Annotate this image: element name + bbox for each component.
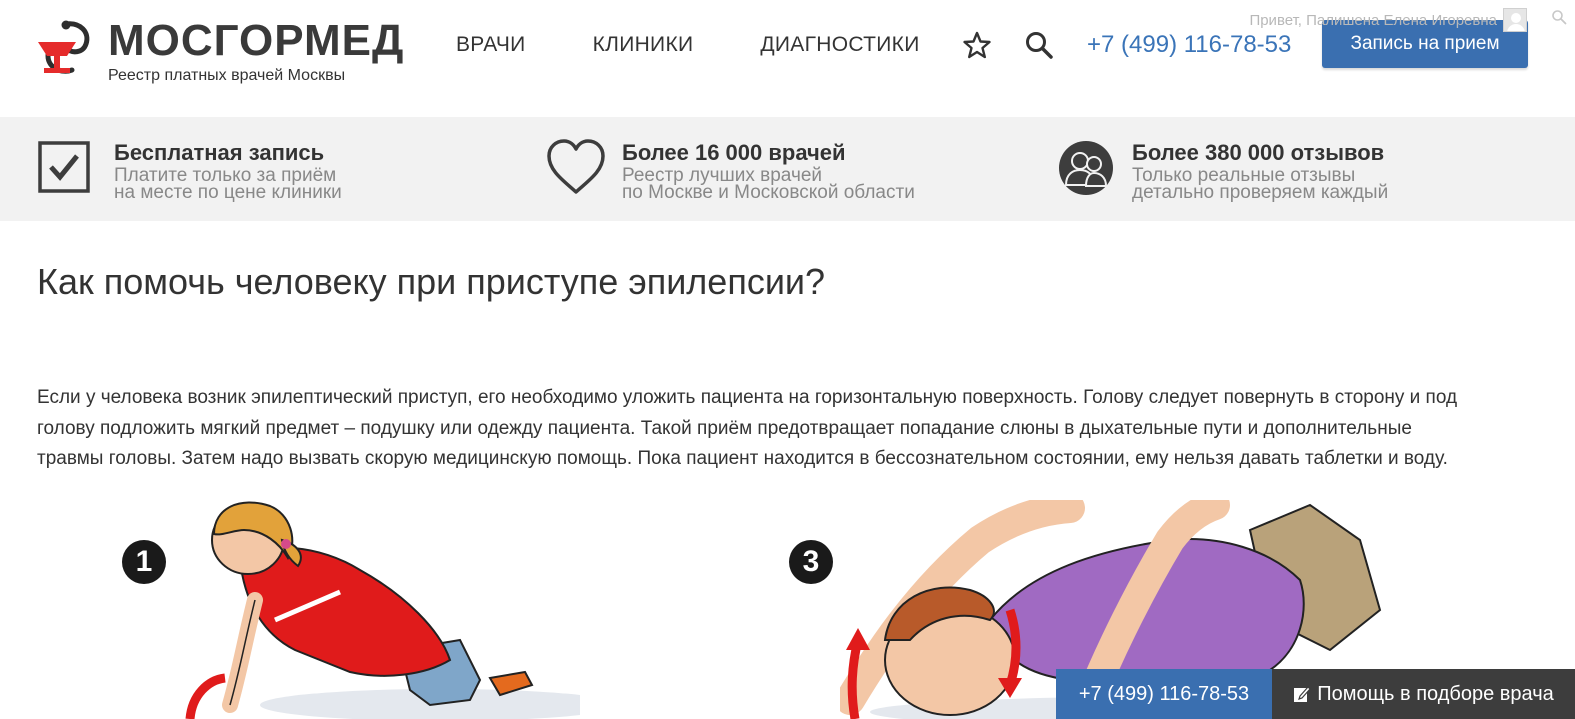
- favorites-star-icon[interactable]: [962, 30, 992, 60]
- logo-text: МОСГОРМЕД Реестр платных врачей Москвы: [108, 18, 404, 86]
- features-band: Бесплатная запись Платите только за приё…: [0, 117, 1575, 221]
- small-search-icon[interactable]: [1551, 9, 1567, 25]
- illustration-step-1: 1: [110, 500, 580, 719]
- main-nav: ВРАЧИ КЛИНИКИ ДИАГНОСТИКИ: [456, 32, 987, 58]
- nav-clinics[interactable]: КЛИНИКИ: [593, 32, 694, 58]
- nav-doctors[interactable]: ВРАЧИ: [456, 32, 526, 58]
- kneeling-helper-illustration: [185, 501, 580, 719]
- greeting-text: Привет, Палишена Елена Игоревна: [1249, 11, 1497, 29]
- article-paragraph: Если у человека возник эпилептический пр…: [37, 383, 1542, 475]
- feature-text: Более 380 000 отзывов Только реальные от…: [1132, 139, 1389, 203]
- user-greeting[interactable]: Привет, Палишена Елена Игоревна: [1249, 8, 1527, 32]
- feature-doctors-count: Более 16 000 врачей Реестр лучших врачей…: [546, 139, 915, 203]
- edit-icon: [1294, 686, 1312, 702]
- feature-title: Более 380 000 отзывов: [1132, 140, 1385, 165]
- page-title: Как помочь человеку при приступе эпилепс…: [37, 261, 826, 302]
- paragraph-line: Если у человека возник эпилептический пр…: [37, 387, 1458, 408]
- logo[interactable]: МОСГОРМЕД Реестр платных врачей Москвы: [36, 18, 404, 86]
- paragraph-line: травмы головы. Затем надо вызвать скорую…: [37, 448, 1448, 469]
- feature-title: Более 16 000 врачей: [622, 140, 846, 165]
- heart-icon: [547, 139, 605, 194]
- site-header: МОСГОРМЕД Реестр платных врачей Москвы В…: [0, 0, 1575, 117]
- feature-free-booking: Бесплатная запись Платите только за приё…: [38, 139, 342, 203]
- feature-reviews-count: Более 380 000 отзывов Только реальные от…: [1056, 139, 1389, 203]
- people-icon: [1059, 141, 1113, 195]
- checkbox-icon: [38, 141, 90, 193]
- doctor-help-button[interactable]: Помощь в подборе врача: [1272, 669, 1575, 719]
- feature-line: по Москве и Московской области: [622, 182, 915, 203]
- doctor-help-label: Помощь в подборе врача: [1317, 682, 1554, 705]
- logo-title: МОСГОРМЕД: [108, 16, 405, 65]
- avatar-icon: [1503, 8, 1527, 32]
- step-badge: 1: [122, 540, 166, 584]
- nav-diagnostics[interactable]: ДИАГНОСТИКИ: [760, 32, 919, 58]
- feature-text: Более 16 000 врачей Реестр лучших врачей…: [622, 139, 915, 203]
- step-badge: 3: [789, 540, 833, 584]
- search-icon[interactable]: [1024, 30, 1054, 60]
- paragraph-line: голову подложить мягкий предмет – подушк…: [37, 417, 1412, 439]
- logo-subtitle: Реестр платных врачей Москвы: [108, 67, 346, 84]
- bowl-of-hygieia-logo-icon: [38, 20, 90, 74]
- feature-text: Бесплатная запись Платите только за приё…: [114, 139, 342, 203]
- header-phone-link[interactable]: +7 (499) 116-78-53: [1087, 30, 1291, 60]
- bottom-phone-button[interactable]: +7 (499) 116-78-53: [1056, 669, 1272, 719]
- feature-line: на месте по цене клиники: [114, 182, 342, 203]
- feature-title: Бесплатная запись: [114, 140, 325, 165]
- feature-line: детально проверяем каждый: [1132, 182, 1389, 203]
